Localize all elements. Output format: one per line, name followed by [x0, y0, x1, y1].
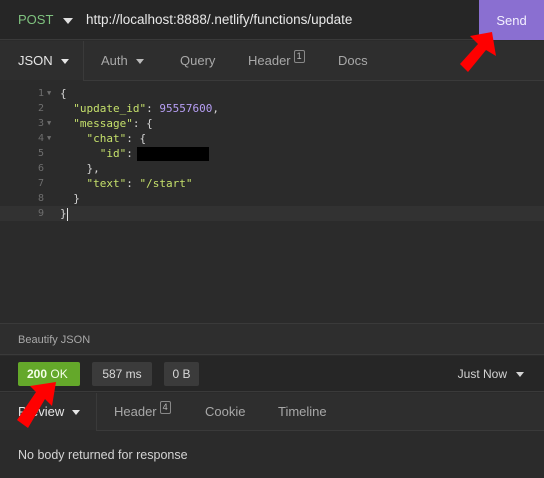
line-number: 7 — [37, 178, 44, 189]
code-text: "message": { — [60, 116, 153, 131]
tab-timeline-label: Timeline — [278, 404, 327, 419]
history-label: Just Now — [457, 367, 507, 381]
editor-line: 8 } — [0, 191, 544, 206]
tab-cookie[interactable]: Cookie — [205, 393, 245, 431]
chevron-down-icon — [63, 17, 74, 24]
code-token: : — [126, 147, 133, 160]
text-cursor — [66, 207, 68, 221]
code-text: { — [60, 86, 67, 101]
tab-response-header-label: Header — [114, 404, 157, 419]
url-input[interactable] — [86, 0, 466, 40]
annotation-arrow-send — [460, 32, 496, 72]
tab-header[interactable]: Header 1 — [248, 41, 305, 81]
code-token: } — [73, 192, 80, 205]
code-text: } — [60, 206, 68, 221]
code-token: : { — [126, 132, 147, 145]
chevron-down-icon — [72, 409, 81, 415]
line-number: 9 — [37, 208, 44, 219]
line-number: 8 — [37, 193, 44, 204]
line-number: 5 — [37, 148, 44, 159]
header-count-badge: 4 — [159, 400, 171, 414]
code-text: }, — [60, 161, 100, 176]
response-tabs: Preview Header 4 Cookie Timeline — [0, 393, 544, 432]
editor-line: 7 "text": "/start" — [0, 176, 544, 191]
editor-line: 1 ▼ { — [0, 86, 544, 101]
line-number: 4 — [37, 133, 44, 144]
line-number: 1 — [37, 88, 44, 99]
chevron-down-icon — [516, 371, 524, 377]
tab-response-header[interactable]: Header 4 — [114, 393, 171, 431]
empty-response-message: No body returned for response — [18, 448, 188, 462]
code-token: "chat" — [86, 132, 127, 145]
response-size-badge: 0 B — [164, 362, 199, 386]
code-text: "chat": { — [60, 131, 147, 146]
code-token: "id" — [99, 147, 127, 160]
tab-json[interactable]: JSON — [18, 41, 69, 81]
code-token: 95557600 — [159, 102, 213, 115]
code-token: "update_id" — [73, 102, 147, 115]
tab-json-label: JSON — [18, 53, 53, 68]
method-label: POST — [18, 12, 54, 27]
chevron-down-icon — [60, 58, 69, 64]
code-text: "update_id": 95557600, — [60, 101, 219, 116]
code-token: : — [146, 102, 160, 115]
code-token: "text" — [86, 177, 127, 190]
editor-line: 9} — [0, 206, 544, 221]
tab-query-label: Query — [180, 53, 216, 68]
tab-auth[interactable]: Auth — [101, 41, 144, 81]
line-number: 3 — [37, 118, 44, 129]
code-token: : — [126, 177, 140, 190]
json-editor[interactable]: 1 ▼{2 "update_id": 95557600, 3 ▼ "message":… — [0, 82, 544, 322]
tab-header-label: Header — [248, 53, 291, 68]
editor-line: 6 }, — [0, 161, 544, 176]
code-text: "id": — [60, 146, 209, 161]
code-token: "message" — [73, 117, 133, 130]
response-body: No body returned for response — [0, 432, 544, 478]
method-dropdown[interactable]: POST — [18, 0, 74, 40]
line-number: 6 — [37, 163, 44, 174]
response-time-badge: 587 ms — [92, 362, 152, 386]
tab-timeline[interactable]: Timeline — [278, 393, 327, 431]
editor-line: 3 ▼ "message": { — [0, 116, 544, 131]
chevron-down-icon — [135, 58, 144, 64]
code-token: , — [212, 102, 219, 115]
line-number: 2 — [37, 103, 44, 114]
tab-query[interactable]: Query — [180, 41, 215, 81]
tab-docs[interactable]: Docs — [338, 41, 368, 81]
fold-arrow-icon[interactable]: ▼ — [47, 86, 51, 101]
beautify-bar: Beautify JSON — [0, 323, 544, 355]
response-status-bar: 200 OK 587 ms 0 B Just Now — [0, 356, 544, 392]
tab-auth-label: Auth — [101, 53, 128, 68]
tab-cookie-label: Cookie — [205, 404, 246, 419]
tab-divider — [83, 41, 84, 81]
annotation-arrow-status — [17, 382, 56, 428]
code-token: } — [60, 207, 67, 220]
code-text: } — [60, 191, 80, 206]
code-token: "/start" — [139, 177, 193, 190]
editor-line: 5 "id": — [0, 146, 544, 161]
header-count-badge: 1 — [293, 49, 305, 63]
tab-docs-label: Docs — [338, 53, 368, 68]
editor-line: 2 "update_id": 95557600, — [0, 101, 544, 116]
fold-arrow-icon[interactable]: ▼ — [47, 116, 51, 131]
tab-divider — [96, 393, 97, 431]
beautify-json-button[interactable]: Beautify JSON — [18, 324, 90, 356]
code-text: "text": "/start" — [60, 176, 193, 191]
code-token: }, — [86, 162, 100, 175]
fold-arrow-icon[interactable]: ▼ — [47, 131, 51, 146]
redacted-value — [136, 147, 209, 161]
editor-line: 4 ▼ "chat": { — [0, 131, 544, 146]
code-token: : { — [132, 117, 153, 130]
code-token: { — [60, 87, 67, 100]
history-dropdown[interactable]: Just Now — [458, 356, 524, 392]
